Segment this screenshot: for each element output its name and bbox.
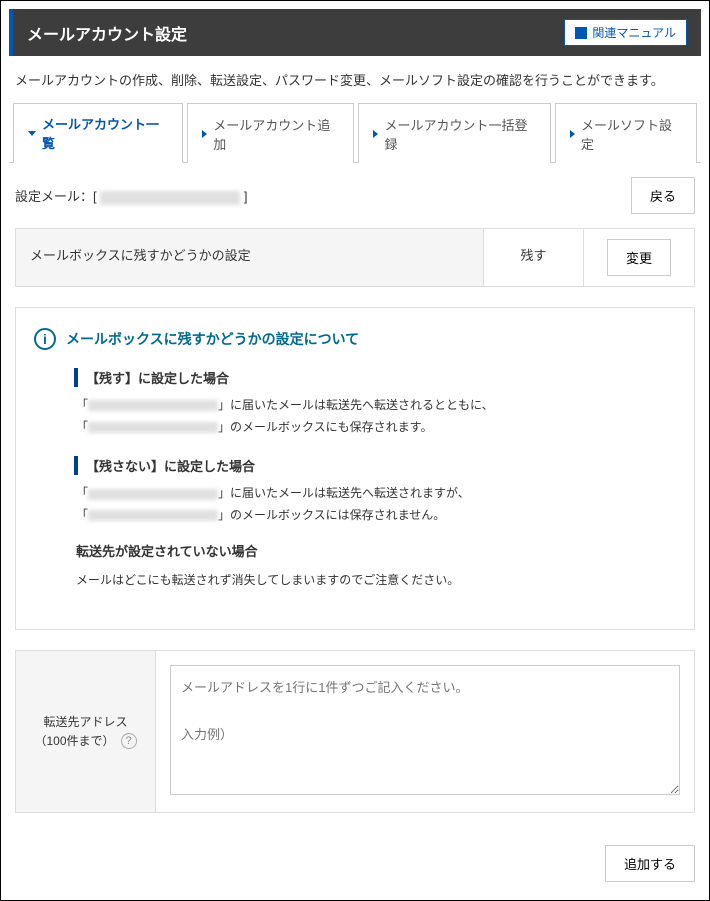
chevron-right-icon — [373, 130, 378, 138]
mailbox-setting-row: メールボックスに残すかどうかの設定 残す 変更 — [15, 228, 695, 287]
settings-mail-label: 設定メール：[ ] — [15, 186, 248, 205]
forward-label: 転送先アドレス （100件まで） ? — [16, 651, 156, 812]
chevron-right-icon — [570, 130, 575, 138]
redacted-address — [88, 510, 218, 521]
tab-mailsoft-setting[interactable]: メールソフト設定 — [555, 103, 697, 163]
info-noforward-title: 転送先が設定されていない場合 — [76, 540, 676, 563]
redacted-address — [88, 422, 218, 433]
tab-bar: メールアカウント一覧 メールアカウント追加 メールアカウント一括登録 メールソフ… — [9, 103, 701, 163]
forward-address-row: 転送先アドレス （100件まで） ? — [15, 650, 695, 813]
mailbox-setting-value: 残す — [484, 229, 584, 286]
info-nokeep-title: 【残さない】に設定した場合 — [74, 456, 676, 475]
mail-address-redacted — [100, 191, 240, 205]
tab-account-list[interactable]: メールアカウント一覧 — [13, 103, 183, 163]
book-icon — [575, 27, 587, 39]
info-header: i メールボックスに残すかどうかの設定について — [34, 328, 676, 350]
chevron-right-icon — [202, 130, 207, 138]
page-title: メールアカウント設定 — [27, 21, 187, 45]
add-button[interactable]: 追加する — [605, 845, 695, 882]
help-icon[interactable]: ? — [121, 733, 137, 749]
redacted-address — [88, 400, 218, 411]
info-keep-section: 【残す】に設定した場合 「」に届いたメールは転送先へ転送されるとともに、 「」の… — [74, 368, 676, 438]
manual-button[interactable]: 関連マニュアル — [564, 19, 687, 46]
forward-address-input[interactable] — [170, 665, 680, 795]
info-keep-title: 【残す】に設定した場合 — [74, 368, 676, 387]
change-button[interactable]: 変更 — [607, 239, 671, 276]
info-box: i メールボックスに残すかどうかの設定について 【残す】に設定した場合 「」に届… — [15, 307, 695, 630]
mailbox-setting-label: メールボックスに残すかどうかの設定 — [16, 229, 484, 286]
tab-account-add[interactable]: メールアカウント追加 — [187, 103, 354, 163]
info-icon: i — [34, 328, 56, 350]
page-description: メールアカウントの作成、削除、転送設定、パスワード変更、メールソフト設定の確認を… — [9, 56, 701, 103]
chevron-down-icon — [28, 131, 36, 136]
info-nokeep-section: 【残さない】に設定した場合 「」に届いたメールは転送先へ転送されますが、 「」の… — [74, 456, 676, 591]
tab-account-bulk[interactable]: メールアカウント一括登録 — [358, 103, 551, 163]
redacted-address — [88, 489, 218, 500]
back-button[interactable]: 戻る — [631, 177, 695, 214]
page-header: メールアカウント設定 関連マニュアル — [9, 9, 701, 56]
settings-mail-row: 設定メール：[ ] 戻る — [15, 177, 695, 214]
